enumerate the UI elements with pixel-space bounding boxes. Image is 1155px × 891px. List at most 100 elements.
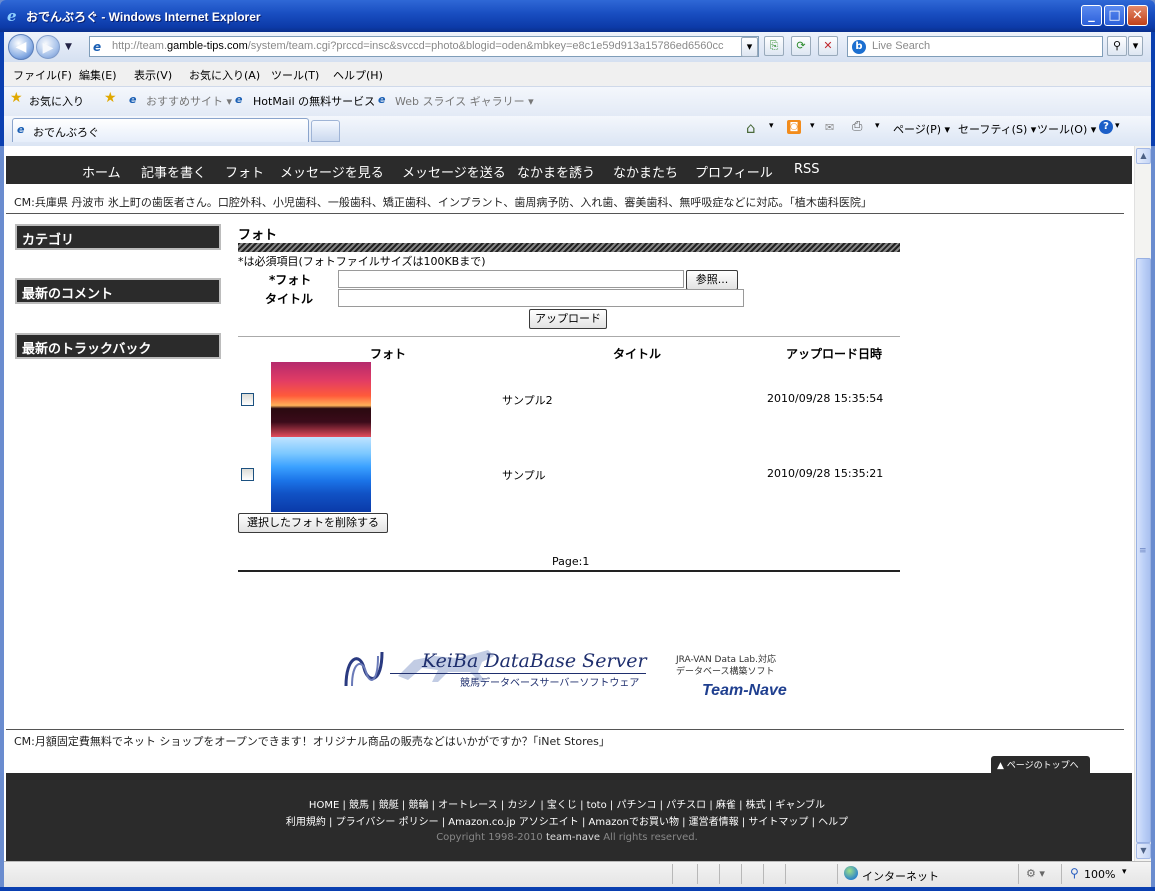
menu-file[interactable]: ファイル(F)	[13, 67, 72, 83]
keiba-logo-icon[interactable]	[342, 646, 386, 692]
title-field-label: タイトル	[265, 292, 314, 306]
compatibility-view-icon[interactable]: ⎘	[764, 36, 784, 56]
address-bar[interactable]: e http://team.gamble-tips.com/system/tea…	[89, 36, 759, 57]
status-divider	[697, 864, 698, 884]
hotmail-link[interactable]: HotMail の無料サービス	[253, 93, 375, 109]
menu-tools[interactable]: ツール(T)	[271, 67, 319, 83]
photo-file-input[interactable]	[338, 270, 684, 288]
maximize-button[interactable]: □	[1104, 5, 1125, 26]
security-zone[interactable]: インターネット	[862, 868, 939, 884]
nav-write-post[interactable]: 記事を書く	[141, 162, 206, 181]
nav-rss[interactable]: RSS	[794, 162, 820, 177]
vertical-scrollbar[interactable]: ▲ ≡ ▼	[1134, 146, 1151, 861]
banner-db-note: データベース構築ソフト	[676, 667, 775, 677]
protected-mode-icon[interactable]: ⚙ ▾	[1026, 867, 1045, 880]
menu-edit[interactable]: 編集(E)	[79, 67, 117, 83]
delete-selected-button[interactable]: 選択したフォトを削除する	[238, 513, 388, 533]
back-button[interactable]: ◀	[8, 34, 34, 60]
mail-icon[interactable]: ✉	[825, 121, 834, 134]
scrollbar-grip-icon: ≡	[1139, 546, 1147, 556]
title-input[interactable]	[338, 289, 744, 307]
row-date: 2010/09/28 15:35:21	[767, 467, 884, 480]
rss-feed-icon[interactable]: ◙	[787, 120, 801, 134]
forward-button[interactable]: ▶	[36, 35, 60, 59]
column-header-title: タイトル	[613, 347, 662, 361]
upload-button[interactable]: アップロード	[529, 309, 607, 329]
photo-thumbnail[interactable]	[271, 362, 371, 437]
status-divider	[763, 864, 764, 884]
menu-favorites[interactable]: お気に入り(A)	[189, 67, 260, 83]
divider	[6, 213, 1124, 214]
photo-thumbnail[interactable]	[271, 437, 371, 512]
column-header-date: アップロード日時	[786, 347, 883, 361]
divider	[238, 570, 900, 572]
divider	[6, 729, 1124, 730]
nav-view-messages[interactable]: メッセージを見る	[280, 162, 384, 181]
row-date: 2010/09/28 15:35:54	[767, 392, 884, 405]
address-dropdown-button[interactable]: ▾	[741, 37, 758, 57]
close-button[interactable]: ✕	[1127, 5, 1148, 26]
rss-dropdown-icon[interactable]: ▾	[810, 121, 815, 131]
cm-top-link[interactable]: CM:兵庫県 丹波市 氷上町の歯医者さん。口腔外科、小児歯科、一般歯科、矯正歯科…	[14, 194, 866, 210]
live-search-icon: b	[852, 40, 866, 54]
refresh-icon[interactable]: ⟳	[791, 36, 811, 56]
minimize-button[interactable]: _	[1081, 5, 1102, 26]
nav-send-message[interactable]: メッセージを送る	[402, 162, 506, 181]
nav-home[interactable]: ホーム	[82, 162, 121, 181]
footer-links-primary[interactable]: HOME | 競馬 | 競艇 | 競輪 | オートレース | カジノ | 宝くじ…	[4, 796, 1130, 811]
suggested-sites-link[interactable]: おすすめサイト ▾	[146, 93, 232, 109]
row-checkbox[interactable]	[241, 393, 254, 406]
nav-photo[interactable]: フォト	[225, 162, 264, 181]
status-divider	[837, 864, 838, 884]
ie-page-icon: e	[17, 123, 25, 136]
stop-icon[interactable]: ✕	[818, 36, 838, 56]
search-button-icon[interactable]: ⚲	[1107, 36, 1127, 56]
menu-help[interactable]: ヘルプ(H)	[333, 67, 383, 83]
ie-page-icon: e	[235, 93, 243, 106]
print-dropdown-icon[interactable]: ▾	[875, 121, 880, 131]
menu-view[interactable]: 表示(V)	[134, 67, 172, 83]
footer-links-secondary[interactable]: 利用規約 | プライバシー ポリシー | Amazon.co.jp アソシエイト…	[4, 813, 1130, 828]
row-checkbox[interactable]	[241, 468, 254, 481]
page-menu[interactable]: ページ(P) ▾	[893, 121, 950, 137]
address-url: http://team.gamble-tips.com/system/team.…	[112, 40, 724, 52]
home-icon[interactable]: ⌂	[746, 119, 756, 137]
print-icon[interactable]: ⎙	[852, 119, 862, 134]
search-placeholder: Live Search	[872, 40, 931, 52]
add-favorite-icon[interactable]: ★	[104, 90, 117, 106]
help-icon[interactable]: ?	[1099, 120, 1113, 134]
favorites-star-icon: ★	[10, 90, 23, 106]
new-tab-button[interactable]	[311, 120, 340, 142]
page-top-link[interactable]: ▲ ページのトップへ	[991, 756, 1090, 773]
banner-title[interactable]: KeiBa DataBase Server	[422, 650, 647, 672]
row-title: サンプル2	[502, 394, 553, 407]
window-title: おでんぶろぐ - Windows Internet Explorer	[26, 10, 261, 24]
tools-menu[interactable]: ツール(O) ▾	[1037, 121, 1096, 137]
zoom-level[interactable]: 100%	[1084, 868, 1115, 881]
search-input[interactable]: b Live Search	[847, 36, 1103, 57]
scroll-down-icon[interactable]: ▼	[1136, 843, 1151, 859]
web-slice-gallery-link[interactable]: Web スライス ギャラリー ▾	[395, 93, 534, 109]
favorites-button[interactable]: お気に入り	[29, 93, 84, 109]
browse-button[interactable]: 参照...	[686, 270, 738, 290]
team-nave-logo[interactable]: Team-Nave	[702, 682, 787, 700]
title-bar: e おでんぶろぐ - Windows Internet Explorer	[0, 0, 1155, 32]
safety-menu[interactable]: セーフティ(S) ▾	[958, 121, 1036, 137]
banner-subtitle: 競馬データベースサーバーソフトウェア	[460, 678, 640, 689]
nav-friends[interactable]: なかまたち	[613, 162, 678, 181]
nav-invite-friends[interactable]: なかまを誘う	[517, 162, 595, 181]
tab-current[interactable]: e おでんぶろぐ	[12, 118, 309, 142]
scroll-up-icon[interactable]: ▲	[1136, 148, 1151, 164]
ie-logo-icon: e	[6, 7, 22, 25]
page-indicator: Page:1	[552, 555, 590, 568]
menu-bar	[4, 62, 1151, 86]
recent-pages-dropdown-icon[interactable]: ▼	[65, 42, 72, 52]
nav-profile[interactable]: プロフィール	[695, 162, 773, 181]
cm-bottom-link[interactable]: CM:月額固定費無料でネット ショップをオープンできます！オリジナル商品の販売な…	[14, 733, 604, 749]
zoom-dropdown-icon[interactable]: ▾	[1122, 867, 1127, 877]
status-divider	[1018, 864, 1019, 884]
status-bar	[4, 861, 1151, 887]
help-dropdown-icon[interactable]: ▾	[1115, 121, 1120, 131]
search-options-dropdown[interactable]: ▾	[1128, 36, 1143, 56]
home-dropdown-icon[interactable]: ▾	[769, 121, 774, 131]
